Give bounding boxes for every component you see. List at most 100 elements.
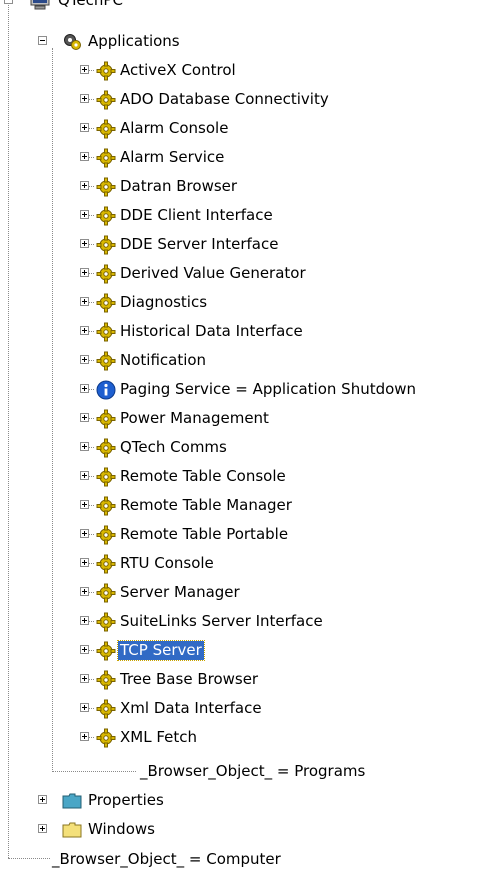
tree-node-label[interactable]: Windows (86, 820, 157, 839)
tree-node-application[interactable]: TCP Server (0, 636, 483, 665)
expand-toggle[interactable] (80, 123, 89, 132)
tree-node-application[interactable]: Xml Data Interface (0, 694, 483, 723)
expand-toggle[interactable] (80, 413, 89, 422)
tree-node-application[interactable]: DDE Client Interface (0, 201, 483, 230)
tree-node-application[interactable]: QTech Comms (0, 433, 483, 462)
expand-toggle[interactable] (38, 824, 47, 833)
tree-node-application[interactable]: Tree Base Browser (0, 665, 483, 694)
tree-node-label[interactable]: Derived Value Generator (118, 264, 308, 283)
tree-node-application[interactable]: DDE Server Interface (0, 230, 483, 259)
computer-icon (30, 0, 50, 11)
tree-node-label[interactable]: Remote Table Console (118, 467, 288, 486)
tree-node-label[interactable]: ADO Database Connectivity (118, 90, 331, 109)
expand-toggle[interactable] (80, 297, 89, 306)
tree-node-label[interactable]: Remote Table Portable (118, 525, 290, 544)
tree-node-label[interactable]: ActiveX Control (118, 61, 238, 80)
expand-toggle[interactable] (80, 210, 89, 219)
expand-toggle[interactable] (38, 795, 47, 804)
gear-icon (96, 90, 116, 110)
tree-node-application[interactable]: Derived Value Generator (0, 259, 483, 288)
tree-node-label[interactable]: Tree Base Browser (118, 670, 260, 689)
tree-node-root-browser-object[interactable]: _Browser_Object_ = Computer (0, 845, 483, 874)
expand-toggle[interactable] (80, 181, 89, 190)
expand-toggle[interactable] (80, 239, 89, 248)
expand-toggle[interactable] (80, 500, 89, 509)
tree-node-application[interactable]: Paging Service = Application Shutdown (0, 375, 483, 404)
tree-node-label[interactable]: DDE Client Interface (118, 206, 275, 225)
tree-node-label[interactable]: Applications (86, 32, 182, 51)
tree-node-label[interactable]: Remote Table Manager (118, 496, 294, 515)
tree-node-application[interactable]: ActiveX Control (0, 56, 483, 85)
gear-icon (96, 322, 116, 342)
folder-icon (62, 791, 82, 811)
expand-toggle[interactable] (80, 529, 89, 538)
tree-node-label[interactable]: TCP Server (117, 640, 205, 661)
tree-node-application[interactable]: Remote Table Console (0, 462, 483, 491)
tree-node-label[interactable]: RTU Console (118, 554, 216, 573)
gear-icon (96, 438, 116, 458)
tree-node-application[interactable]: Alarm Service (0, 143, 483, 172)
tree-node-label[interactable]: Properties (86, 791, 166, 810)
gear-icon (96, 525, 116, 545)
tree-node-label[interactable]: Diagnostics (118, 293, 209, 312)
expand-toggle[interactable] (80, 442, 89, 451)
expand-toggle[interactable] (80, 326, 89, 335)
expand-toggle[interactable] (80, 152, 89, 161)
tree-node-browser-object[interactable]: _Browser_Object_ = Programs (0, 757, 483, 786)
tree-node-windows[interactable]: Windows (0, 815, 483, 844)
tree-node-application[interactable]: Historical Data Interface (0, 317, 483, 346)
tree-node-label[interactable]: Historical Data Interface (118, 322, 305, 341)
tree-node-application[interactable]: Diagnostics (0, 288, 483, 317)
folder-icon (62, 820, 82, 840)
expand-toggle[interactable] (80, 558, 89, 567)
tree-node-label[interactable]: _Browser_Object_ = Computer (50, 850, 283, 869)
expand-toggle[interactable] (80, 384, 89, 393)
tree-node-application[interactable]: RTU Console (0, 549, 483, 578)
tree-node-application[interactable]: Notification (0, 346, 483, 375)
collapse-toggle[interactable] (38, 36, 47, 45)
gear-icon (96, 670, 116, 690)
tree-node-label[interactable]: DDE Server Interface (118, 235, 280, 254)
tree-node-label[interactable]: XML Fetch (118, 728, 199, 747)
tree-node-label[interactable]: Notification (118, 351, 208, 370)
expand-toggle[interactable] (80, 645, 89, 654)
tree-node-application[interactable]: XML Fetch (0, 723, 483, 752)
tree-node-label[interactable]: _Browser_Object_ = Programs (138, 762, 367, 781)
expand-toggle[interactable] (80, 674, 89, 683)
tree-node-label[interactable]: SuiteLinks Server Interface (118, 612, 325, 631)
tree-node-application[interactable]: Remote Table Manager (0, 491, 483, 520)
expand-toggle[interactable] (80, 587, 89, 596)
tree-node-label[interactable]: QTech Comms (118, 438, 229, 457)
tree-root-node[interactable]: QTechPC (0, 0, 483, 15)
expand-toggle[interactable] (80, 703, 89, 712)
tree-node-label[interactable]: Power Management (118, 409, 271, 428)
expand-toggle[interactable] (80, 616, 89, 625)
gear-icon (96, 728, 116, 748)
tree-node-label[interactable]: Alarm Service (118, 148, 226, 167)
tree-node-label[interactable]: Server Manager (118, 583, 242, 602)
gear-icon (96, 409, 116, 429)
expand-toggle[interactable] (80, 268, 89, 277)
tree-node-properties[interactable]: Properties (0, 786, 483, 815)
expand-toggle[interactable] (80, 94, 89, 103)
expand-toggle[interactable] (80, 355, 89, 364)
tree-node-application[interactable]: SuiteLinks Server Interface (0, 607, 483, 636)
tree-node-label[interactable]: Xml Data Interface (118, 699, 264, 718)
expand-toggle[interactable] (80, 471, 89, 480)
tree-node-label[interactable]: Datran Browser (118, 177, 239, 196)
tree-node-applications[interactable]: Applications (0, 27, 483, 56)
gear-icon (96, 206, 116, 226)
tree-node-application[interactable]: Datran Browser (0, 172, 483, 201)
tree-node-application[interactable]: Remote Table Portable (0, 520, 483, 549)
tree-node-label[interactable]: Alarm Console (118, 119, 230, 138)
tree-node-application[interactable]: Server Manager (0, 578, 483, 607)
tree-node-label[interactable]: Paging Service = Application Shutdown (118, 380, 418, 399)
expand-toggle[interactable] (80, 732, 89, 741)
tree-node-label[interactable]: QTechPC (56, 0, 125, 10)
collapse-toggle[interactable] (4, 0, 13, 4)
expand-toggle[interactable] (80, 65, 89, 74)
tree-node-application[interactable]: Alarm Console (0, 114, 483, 143)
tree-node-application[interactable]: Power Management (0, 404, 483, 433)
tree-node-application[interactable]: ADO Database Connectivity (0, 85, 483, 114)
gear-icon (96, 351, 116, 371)
